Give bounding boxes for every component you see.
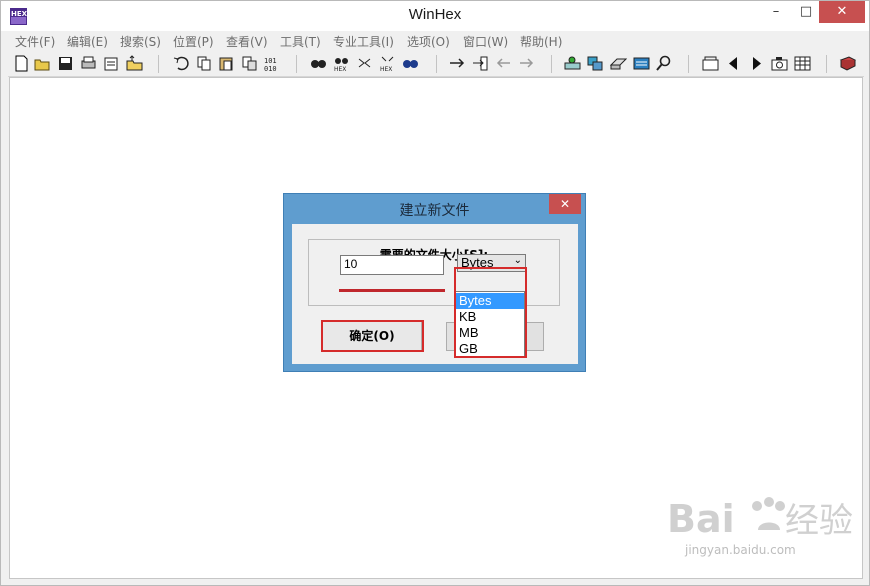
open-file-icon[interactable]: [34, 55, 51, 72]
svg-text:HEX: HEX: [334, 66, 346, 72]
menu-bar: 文件(F) 编辑(E) 搜索(S) 位置(P) 查看(V) 工具(T) 专业工具…: [8, 31, 864, 51]
baidu-logo-icon: Bai 经验: [667, 497, 853, 541]
properties-icon[interactable]: [103, 55, 120, 72]
table-icon[interactable]: [794, 55, 811, 72]
camera-icon[interactable]: [771, 55, 788, 72]
ram-icon[interactable]: [587, 55, 604, 72]
drive-icon[interactable]: [610, 55, 627, 72]
menu-position[interactable]: 位置(P): [173, 33, 214, 50]
dialog-title: 建立新文件: [399, 203, 470, 219]
unit-select-highlight: [454, 267, 527, 358]
menu-view[interactable]: 查看(V): [226, 33, 268, 50]
input-highlight-underline: [339, 289, 445, 292]
maximize-button[interactable]: □: [791, 1, 821, 23]
replace-hex-icon[interactable]: HEX: [379, 55, 396, 72]
svg-text:经验: 经验: [785, 501, 853, 541]
find-next-icon[interactable]: [402, 55, 419, 72]
menu-pro-tools[interactable]: 专业工具(I): [333, 33, 394, 50]
toolbar-separator: [158, 55, 159, 73]
replace-icon[interactable]: [356, 55, 373, 72]
undo-icon[interactable]: [173, 55, 190, 72]
watermark: Bai 经验 jingyan.baidu.com: [665, 488, 865, 568]
menu-edit[interactable]: 编辑(E): [67, 33, 108, 50]
svg-text:101: 101: [264, 57, 277, 65]
search-icon[interactable]: [655, 55, 672, 72]
watermark-url: jingyan.baidu.com: [685, 543, 796, 557]
save-icon[interactable]: [57, 55, 74, 72]
goto-arrow-icon[interactable]: [449, 55, 466, 72]
toolbar-separator: [551, 55, 552, 73]
calculator-icon[interactable]: [633, 55, 650, 72]
sector-view-icon[interactable]: [702, 55, 719, 72]
print-icon[interactable]: [80, 55, 97, 72]
paste-icon[interactable]: [218, 55, 235, 72]
title-bar[interactable]: HEX WinHex – □ ✕: [1, 1, 869, 31]
next-icon[interactable]: [748, 55, 765, 72]
open-folder-icon[interactable]: [126, 55, 143, 72]
menu-file[interactable]: 文件(F): [15, 33, 55, 50]
menu-help[interactable]: 帮助(H): [520, 33, 562, 50]
menu-tools[interactable]: 工具(T): [280, 33, 321, 50]
dialog-close-button[interactable]: ✕: [549, 194, 581, 214]
find-icon[interactable]: [310, 55, 327, 72]
copy-icon[interactable]: [196, 55, 213, 72]
window-title: WinHex: [408, 6, 462, 23]
toolbar-separator: [688, 55, 689, 73]
minimize-button[interactable]: –: [761, 1, 791, 23]
paste-special-icon[interactable]: [241, 55, 258, 72]
binary-icon[interactable]: 101010: [264, 55, 281, 72]
book-icon[interactable]: [839, 55, 856, 72]
forward-icon[interactable]: [518, 55, 535, 72]
goto-sector-icon[interactable]: [472, 55, 489, 72]
menu-search[interactable]: 搜索(S): [120, 33, 161, 50]
close-button[interactable]: ✕: [819, 1, 865, 23]
chevron-down-icon: ⌄: [513, 255, 522, 266]
svg-text:010: 010: [264, 65, 277, 72]
toolbar-separator: [826, 55, 827, 73]
prev-icon[interactable]: [725, 55, 742, 72]
menu-options[interactable]: 选项(O): [407, 33, 450, 50]
ok-button-highlight: [321, 320, 424, 352]
find-hex-icon[interactable]: HEX: [333, 55, 350, 72]
disk-icon[interactable]: [564, 55, 581, 72]
back-icon[interactable]: [495, 55, 512, 72]
svg-text:HEX: HEX: [380, 66, 392, 72]
toolbar-separator: [296, 55, 297, 73]
svg-text:Bai: Bai: [667, 497, 735, 541]
menu-window[interactable]: 窗口(W): [463, 33, 508, 50]
toolbar: 101 010 HEX HEX: [8, 52, 864, 77]
size-input[interactable]: 10: [340, 255, 444, 275]
new-file-icon[interactable]: [13, 55, 30, 72]
toolbar-separator: [436, 55, 437, 73]
